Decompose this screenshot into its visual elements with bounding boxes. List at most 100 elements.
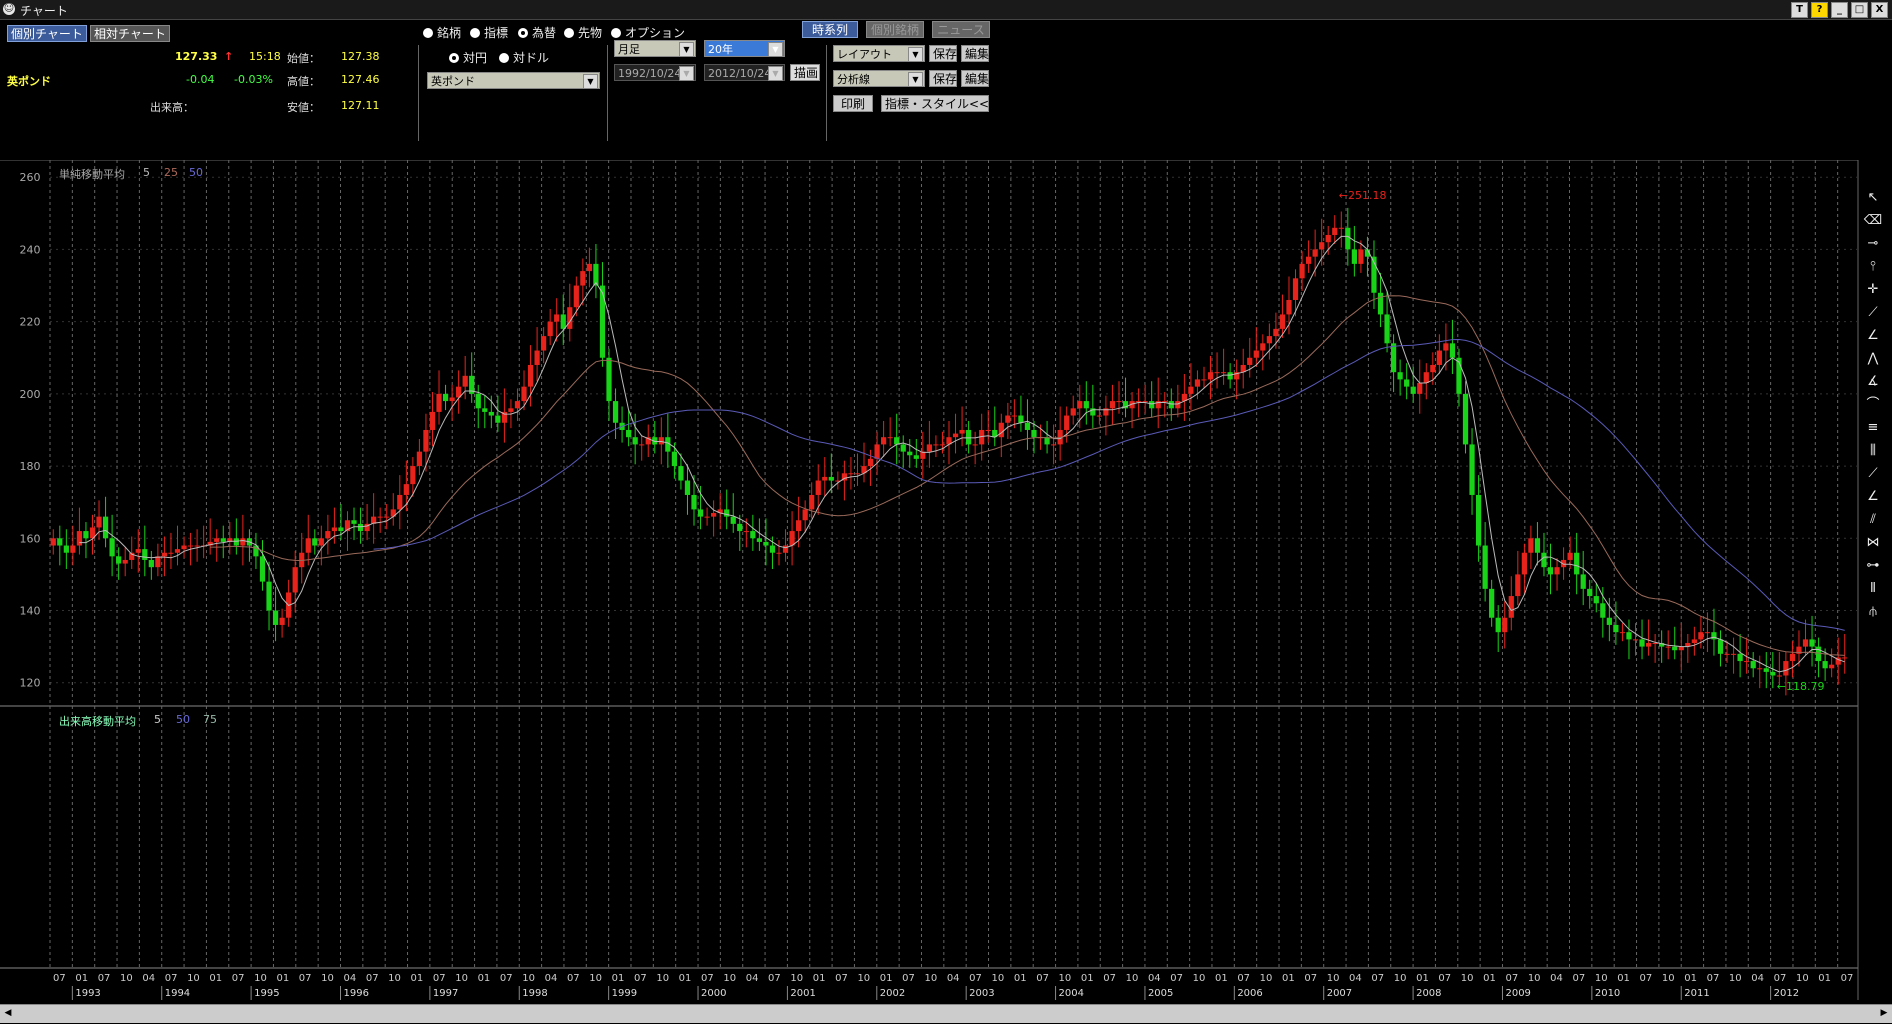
layout-save-button[interactable]: 保存: [929, 45, 957, 62]
x-tick-label: 10: [388, 973, 401, 984]
x-tick-label: 10: [1059, 973, 1072, 984]
candle-body: [547, 321, 553, 337]
cycle-lines-icon[interactable]: ⫼: [1862, 439, 1884, 462]
candle-body: [1783, 661, 1789, 676]
candle-body: [1005, 415, 1011, 423]
gann-icon[interactable]: ∠: [1862, 485, 1884, 508]
radio-stock[interactable]: 銘柄: [423, 24, 461, 41]
x-tick-label: 04: [343, 973, 356, 984]
candle-body: [1227, 372, 1233, 380]
radio-vs-yen[interactable]: 対円: [449, 49, 487, 66]
scroll-right-icon[interactable]: ▶: [1878, 1007, 1890, 1019]
stock-tab-button[interactable]: 個別銘柄: [866, 21, 924, 38]
candle-body: [521, 386, 527, 402]
tab-relative-chart[interactable]: 相対チャート: [90, 25, 170, 42]
candle-body: [1737, 653, 1743, 662]
candle-body: [1547, 567, 1554, 575]
candle-body: [1770, 671, 1776, 676]
regression-icon[interactable]: ⫽: [1862, 508, 1884, 531]
horizontal-line-icon[interactable]: ⊸: [1862, 232, 1884, 255]
chart-area[interactable]: 120 140 160 180 200 220 240 260 07 01 07 10 04 07 10 01…: [0, 159, 1892, 1004]
high-value: 127.46: [341, 73, 380, 86]
candle-body: [449, 397, 455, 402]
radio-options[interactable]: オプション: [611, 24, 685, 41]
candle-body: [1829, 664, 1835, 669]
ruler-icon[interactable]: ⊶: [1862, 554, 1884, 577]
layout-edit-button[interactable]: 編集: [961, 45, 989, 62]
time-zones-icon[interactable]: ⦀: [1862, 577, 1884, 600]
angle-line-icon[interactable]: ∠: [1862, 324, 1884, 347]
analysis-edit-button[interactable]: 編集: [961, 70, 989, 87]
scroll-left-icon[interactable]: ◀: [2, 1007, 14, 1019]
x-tick-label: 10: [1327, 973, 1340, 984]
fan-icon[interactable]: ⋀: [1862, 347, 1884, 370]
x-tick-label: 01: [75, 973, 88, 984]
candle-body: [776, 552, 782, 554]
candle-body: [1404, 379, 1410, 387]
trendline-icon[interactable]: ⟋: [1862, 301, 1884, 324]
candle-body: [1750, 661, 1756, 669]
timeseries-button[interactable]: 時系列: [802, 21, 858, 38]
pitchfork-icon[interactable]: ⫛: [1862, 600, 1884, 623]
retracement-icon[interactable]: ⋈: [1862, 531, 1884, 554]
news-button[interactable]: ニュース: [932, 21, 990, 38]
candle-body: [1031, 429, 1037, 438]
eraser-icon[interactable]: ⌫: [1862, 209, 1884, 232]
channel-icon[interactable]: ≡: [1862, 416, 1884, 439]
close-button[interactable]: X: [1871, 2, 1888, 18]
year-label: 1997: [433, 988, 458, 999]
period-select[interactable]: 月足 ▼: [614, 40, 696, 57]
print-button[interactable]: 印刷: [833, 95, 873, 112]
price-chart[interactable]: 120 140 160 180 200 220 240 260 07 01 07 10 04 07 10 01…: [0, 159, 1892, 1004]
candle-body: [436, 393, 442, 412]
candle-body: [1606, 617, 1612, 625]
pointer-icon[interactable]: ↖: [1862, 186, 1884, 209]
arc-icon[interactable]: ⌒: [1862, 393, 1884, 416]
maximize-button[interactable]: □: [1851, 2, 1868, 18]
analysis-select[interactable]: 分析線 ▼: [833, 70, 925, 87]
header-panel: 個別チャート 相対チャート 英ポンド 127.33 ↑ 15:18 -0.04 …: [0, 20, 1892, 160]
from-date-select[interactable]: 1992/10/24 ▼: [614, 64, 696, 81]
x-tick-label: 07: [701, 973, 714, 984]
candle-body: [220, 538, 226, 542]
ray-icon[interactable]: ⟋: [1862, 462, 1884, 485]
draw-button[interactable]: 描画: [790, 64, 820, 81]
indicator-style-button[interactable]: 指標・スタイル<<: [881, 95, 989, 112]
candle-body: [1730, 653, 1737, 655]
symbol-select[interactable]: 英ポンド ▼: [427, 72, 600, 89]
candle-body: [377, 516, 383, 518]
candle-body: [1011, 415, 1017, 417]
radio-index[interactable]: 指標: [470, 24, 508, 41]
crosshair-icon[interactable]: ✛: [1862, 278, 1884, 301]
candle-body: [704, 516, 710, 518]
minimize-button[interactable]: _: [1831, 2, 1848, 18]
candle-body: [1018, 415, 1024, 423]
candle-body: [900, 444, 906, 452]
candle-body: [972, 444, 978, 446]
radio-futures[interactable]: 先物: [564, 24, 602, 41]
candle-body: [1077, 401, 1083, 409]
candle-body: [1168, 401, 1174, 409]
help-button[interactable]: ?: [1811, 2, 1828, 18]
span-select[interactable]: 20年 ▼: [704, 40, 785, 57]
x-tick-label: 07: [299, 973, 312, 984]
layout-select[interactable]: レイアウト ▼: [833, 45, 925, 62]
tab-individual-chart[interactable]: 個別チャート: [7, 25, 87, 42]
candle-body: [1312, 249, 1318, 257]
horizontal-scrollbar[interactable]: ◀ ▶: [0, 1004, 1892, 1023]
radio-vs-dollar[interactable]: 対ドル: [499, 49, 549, 66]
candle-body: [867, 458, 874, 467]
x-tick-label: 01: [276, 973, 289, 984]
vertical-line-icon[interactable]: ⫯: [1862, 255, 1884, 278]
text-mode-button[interactable]: T: [1791, 2, 1808, 18]
radio-forex[interactable]: 為替: [518, 24, 556, 41]
x-tick-label: 10: [1595, 973, 1608, 984]
divider: [418, 45, 419, 141]
year-label: 2009: [1505, 988, 1530, 999]
candle-body: [240, 538, 246, 546]
analysis-save-button[interactable]: 保存: [929, 70, 957, 87]
candle-body: [1319, 242, 1325, 250]
price-change-pct: -0.03%: [234, 73, 273, 86]
to-date-select[interactable]: 2012/10/24 ▼: [704, 64, 785, 81]
fibonacci-fan-icon[interactable]: ∡: [1862, 370, 1884, 393]
